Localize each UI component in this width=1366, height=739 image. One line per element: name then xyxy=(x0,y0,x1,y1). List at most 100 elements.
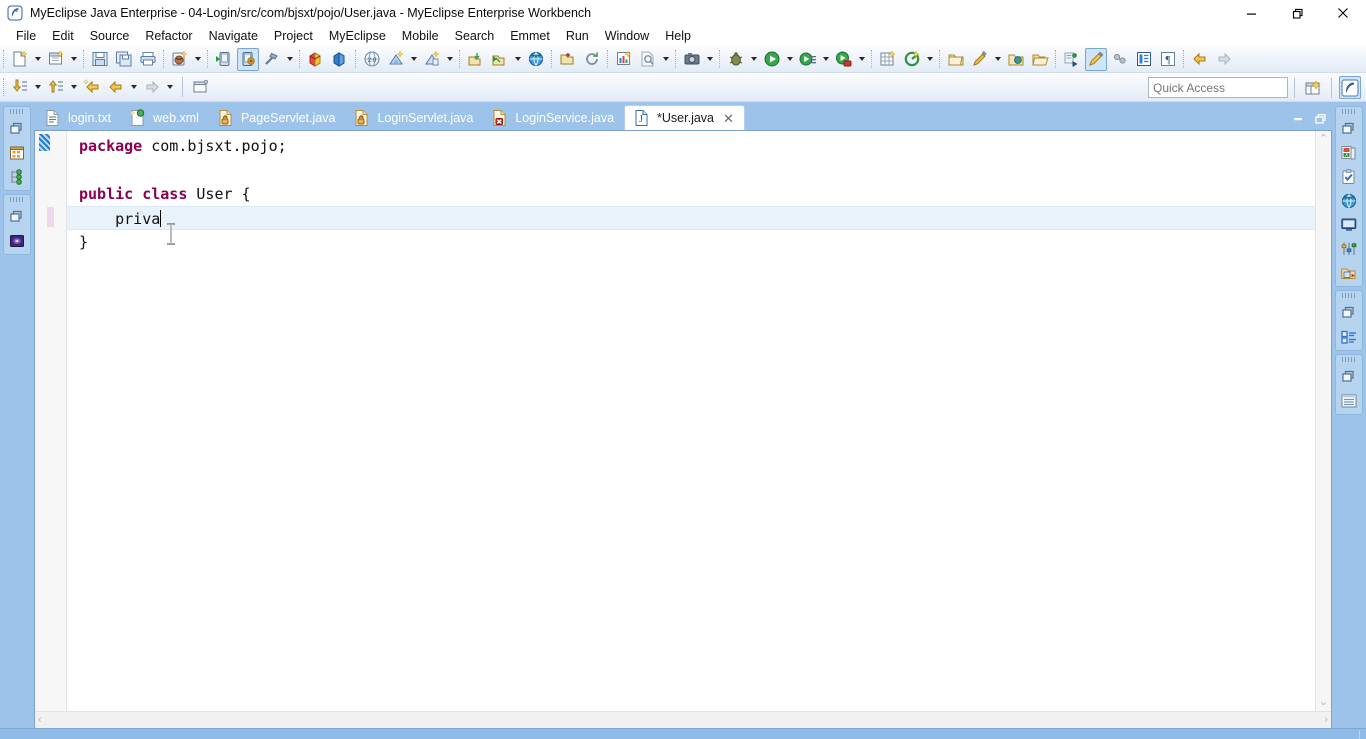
package-explorer-button[interactable] xyxy=(6,143,28,163)
refresh-icon[interactable] xyxy=(581,48,603,71)
folder-color-icon[interactable] xyxy=(1005,48,1027,71)
scroll-up-icon[interactable]: ⌃ xyxy=(1319,134,1328,145)
properties-button[interactable] xyxy=(1338,239,1360,259)
forward-dropdown[interactable] xyxy=(164,76,176,98)
open-package-icon[interactable] xyxy=(329,48,351,71)
restore-left-panel-button[interactable] xyxy=(6,119,28,139)
open-folder-icon[interactable] xyxy=(945,48,967,71)
next-annotation-dropdown[interactable] xyxy=(32,76,44,98)
new-window-icon[interactable] xyxy=(190,76,212,99)
menu-mobile[interactable]: Mobile xyxy=(394,26,447,46)
toggle-mark-icon[interactable] xyxy=(1061,48,1083,71)
previous-annotation-dropdown[interactable] xyxy=(68,76,80,98)
editor-gutter[interactable] xyxy=(35,131,67,711)
edit-pen-dropdown[interactable] xyxy=(992,48,1004,70)
next-annotation-icon[interactable] xyxy=(9,76,31,99)
debug-icon[interactable] xyxy=(725,48,747,71)
debug-dropdown[interactable] xyxy=(748,48,760,70)
forward-icon[interactable] xyxy=(141,76,163,99)
code-line[interactable]: priva xyxy=(67,206,1315,230)
export-icon[interactable] xyxy=(489,48,511,71)
show-whitespace-icon[interactable]: ¶ xyxy=(1157,48,1179,71)
menu-project[interactable]: Project xyxy=(266,26,321,46)
new-project-icon[interactable] xyxy=(45,48,67,71)
snapshot-dropdown[interactable] xyxy=(704,48,716,70)
run-history-icon[interactable] xyxy=(797,48,819,71)
rail-drag-handle[interactable] xyxy=(1342,109,1356,114)
menu-emmet[interactable]: Emmet xyxy=(502,26,558,46)
build-project-icon[interactable] xyxy=(261,48,283,71)
run-external-icon[interactable] xyxy=(833,48,855,71)
run-dropdown[interactable] xyxy=(784,48,796,70)
folder-open-icon[interactable] xyxy=(1029,48,1051,71)
rail-drag-handle[interactable] xyxy=(10,109,24,114)
quick-access-input[interactable] xyxy=(1148,77,1288,98)
new-jsp-dropdown[interactable] xyxy=(444,48,456,70)
edit-pen-icon[interactable] xyxy=(969,48,991,71)
menu-run[interactable]: Run xyxy=(558,26,597,46)
type-hierarchy-button[interactable] xyxy=(6,167,28,187)
target-icon[interactable] xyxy=(901,48,923,71)
run-history-dropdown[interactable] xyxy=(820,48,832,70)
close-button[interactable] xyxy=(1320,0,1366,26)
format-brush-icon[interactable] xyxy=(1085,47,1107,71)
link-icon[interactable] xyxy=(1109,48,1131,71)
restore-left-panel2-button[interactable] xyxy=(6,207,28,227)
deploy-dropdown[interactable] xyxy=(192,48,204,70)
new-java-file-dropdown[interactable] xyxy=(408,48,420,70)
new-wizard-dropdown[interactable] xyxy=(32,48,44,70)
web20-icon[interactable]: 2.0 xyxy=(361,48,383,71)
menu-help[interactable]: Help xyxy=(657,26,699,46)
source-code[interactable]: package com.bjsxt.pojo; public class User… xyxy=(67,131,1315,254)
new-project-dropdown[interactable] xyxy=(68,48,80,70)
servers-button[interactable] xyxy=(1338,263,1360,283)
print-icon[interactable] xyxy=(137,48,159,71)
close-icon[interactable]: ✕ xyxy=(723,112,734,125)
manage-server-icon[interactable] xyxy=(237,47,259,71)
export-dropdown[interactable] xyxy=(512,48,524,70)
myeclipse-perspective-button[interactable] xyxy=(1339,76,1361,99)
scroll-right-icon[interactable]: › xyxy=(1324,714,1328,726)
back-history-icon[interactable] xyxy=(1189,48,1211,71)
new-jsp-icon[interactable] xyxy=(421,48,443,71)
snapshot-icon[interactable] xyxy=(681,48,703,71)
minimize-button[interactable] xyxy=(1228,0,1274,26)
back-dropdown[interactable] xyxy=(128,76,140,98)
tasks-button[interactable] xyxy=(1338,167,1360,187)
editor-horizontal-scrollbar[interactable]: ‹ › xyxy=(35,711,1331,728)
code-line[interactable]: } xyxy=(67,230,1315,254)
save-icon[interactable] xyxy=(89,48,111,71)
target-dropdown[interactable] xyxy=(924,48,936,70)
menu-navigate[interactable]: Navigate xyxy=(201,26,266,46)
editor-tab-webxml[interactable]: web.xml xyxy=(121,106,209,130)
new-java-file-icon[interactable] xyxy=(385,48,407,71)
run-external-dropdown[interactable] xyxy=(856,48,868,70)
search-icon[interactable] xyxy=(637,48,659,71)
report-icon[interactable] xyxy=(613,48,635,71)
minimize-editor-button[interactable] xyxy=(1291,112,1305,126)
db-browser-button[interactable]: X xyxy=(1338,143,1360,163)
last-edit-icon[interactable] xyxy=(81,76,103,99)
console-button[interactable] xyxy=(1338,215,1360,235)
search-dropdown[interactable] xyxy=(660,48,672,70)
code-line[interactable]: public class User { xyxy=(67,182,1315,206)
snippets-view-button[interactable] xyxy=(1338,391,1360,411)
myeclipse-explorer-button[interactable] xyxy=(6,231,28,251)
restore-right-panel-button[interactable] xyxy=(1338,119,1360,139)
scroll-down-icon[interactable]: ⌄ xyxy=(1319,697,1328,708)
maximize-editor-button[interactable] xyxy=(1314,112,1328,126)
menu-refactor[interactable]: Refactor xyxy=(137,26,200,46)
editor-tab-loginservicejava[interactable]: LoginService.java xyxy=(483,106,624,130)
menu-file[interactable]: File xyxy=(8,26,44,46)
editor-vertical-scrollbar[interactable]: ⌃ ⌄ xyxy=(1315,131,1331,711)
build-dropdown[interactable] xyxy=(284,48,296,70)
code-line[interactable]: package com.bjsxt.pojo; xyxy=(67,134,1315,158)
rail-drag-handle[interactable] xyxy=(1342,357,1356,362)
deploy-myeclipse-icon[interactable] xyxy=(169,48,191,71)
open-type-icon[interactable] xyxy=(557,48,579,71)
forward-history-icon[interactable] xyxy=(1213,48,1235,71)
editor-tab-pageservletjava[interactable]: PageServlet.java xyxy=(209,106,346,130)
editor-tab-logintxt[interactable]: login.txt xyxy=(36,106,121,130)
rail-drag-handle[interactable] xyxy=(10,197,24,202)
editor-tab-userjava[interactable]: J *User.java ✕ xyxy=(624,105,745,130)
